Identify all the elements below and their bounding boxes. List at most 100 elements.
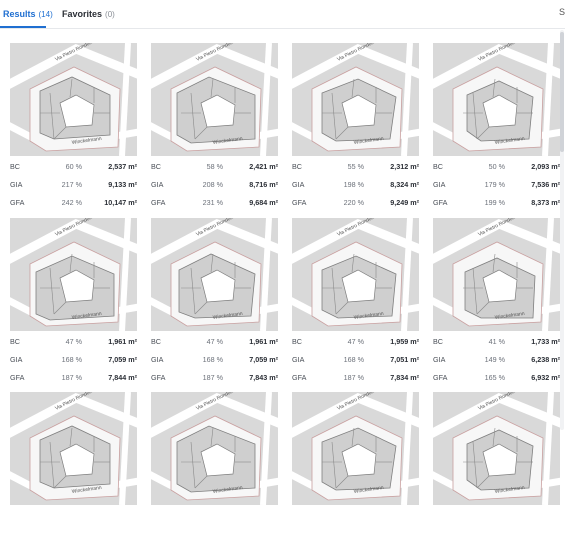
metric-key: BC <box>10 337 20 346</box>
metric-row-bc: BC 58 % 2,421 m² <box>151 161 278 173</box>
metric-key: GFA <box>433 198 448 207</box>
metric-area: 2,537 m² <box>108 162 137 171</box>
site-plan-thumbnail[interactable]: Via Pietro Rondoni Winckelmann <box>151 218 278 331</box>
scrollbar-thumb[interactable] <box>560 32 564 152</box>
metric-row-gia: GIA 208 % 8,716 m² <box>151 179 278 191</box>
tab-results-count: (14) <box>38 10 53 19</box>
metric-key: GFA <box>10 198 25 207</box>
site-plan-drawing: Via Pietro RondoniWinckelmann <box>433 43 560 156</box>
metric-row-gia: GIA 179 % 7,536 m² <box>433 179 560 191</box>
result-card[interactable]: Via Pietro Rondoni Winckelmann <box>433 392 560 542</box>
site-plan-drawing: Via Pietro RondoniWinckelmann <box>433 218 560 331</box>
metric-area: 1,733 m² <box>531 337 560 346</box>
result-card[interactable]: Via Pietro Rondoni Winckelmann <box>151 392 278 542</box>
metric-area: 8,324 m² <box>390 180 419 189</box>
metric-percent: 47 % <box>206 337 223 346</box>
metric-row-gia: GIA 149 % 6,238 m² <box>433 354 560 366</box>
result-card[interactable]: Via Pietro Rondoni Winckelmann BC 47 % 1,959… <box>292 218 419 382</box>
metric-key: GIA <box>10 180 23 189</box>
site-plan-thumbnail[interactable]: Via Pietro Rondoni Winckelmann <box>433 392 560 505</box>
panel-edge-text: S <box>558 7 565 17</box>
metric-key: GFA <box>151 198 166 207</box>
metric-row-gia: GIA 217 % 9,133 m² <box>10 179 137 191</box>
metric-area: 7,834 m² <box>390 373 419 382</box>
metric-percent: 58 % <box>206 162 223 171</box>
metric-percent: 60 % <box>65 162 82 171</box>
result-card[interactable]: Via Pietro Rondoni Winckelmann <box>10 392 137 542</box>
metric-key: BC <box>433 337 443 346</box>
result-card[interactable]: Via Pietro Rondoni Winckelmann BC 47 % 1,961… <box>151 218 278 382</box>
metric-key: GFA <box>292 373 307 382</box>
metric-key: BC <box>10 162 20 171</box>
tab-favorites[interactable]: Favorites (0) <box>62 9 115 19</box>
metric-row-gfa: GFA 242 % 10,147 m² <box>10 197 137 209</box>
metric-key: BC <box>433 162 443 171</box>
result-card[interactable]: Via Pietro Rondoni Winckelmann BC 50 % 2,093… <box>433 43 560 207</box>
site-plan-thumbnail[interactable]: Via Pietro Rondoni Winckelmann <box>292 43 419 156</box>
metric-row-gfa: GFA 187 % 7,834 m² <box>292 372 419 384</box>
metric-row-bc: BC 41 % 1,733 m² <box>433 336 560 348</box>
metric-key: GIA <box>151 355 164 364</box>
metric-percent: 220 % <box>343 198 364 207</box>
metric-row-bc: BC 47 % 1,961 m² <box>10 336 137 348</box>
metric-area: 9,249 m² <box>390 198 419 207</box>
site-plan-drawing: Via Pietro RondoniWinckelmann <box>433 392 560 505</box>
metric-row-bc: BC 47 % 1,959 m² <box>292 336 419 348</box>
site-plan-thumbnail[interactable]: Via Pietro Rondoni Winckelmann <box>151 392 278 505</box>
metric-key: GIA <box>151 180 164 189</box>
result-card[interactable]: Via Pietro Rondoni Winckelmann BC 58 % 2,421… <box>151 43 278 207</box>
site-plan-drawing: Via Pietro RondoniWinckelmann <box>151 392 278 505</box>
tab-favorites-label: Favorites <box>62 9 103 19</box>
site-plan-thumbnail[interactable]: Via Pietro Rondoni Winckelmann <box>292 218 419 331</box>
site-plan-drawing: Via Pietro RondoniWinckelmann <box>10 43 137 156</box>
result-card[interactable]: Via Pietro Rondoni Winckelmann BC 55 % 2,312… <box>292 43 419 207</box>
active-tab-indicator <box>0 26 46 28</box>
metric-percent: 50 % <box>488 162 505 171</box>
metric-key: GFA <box>10 373 25 382</box>
site-plan-thumbnail[interactable]: Via Pietro Rondoni Winckelmann <box>292 392 419 505</box>
result-card[interactable]: Via Pietro Rondoni Winckelmann BC 60 % 2,537… <box>10 43 137 207</box>
tab-favorites-count: (0) <box>105 10 115 19</box>
metric-percent: 149 % <box>484 355 505 364</box>
metric-key: GIA <box>292 180 305 189</box>
site-plan-thumbnail[interactable]: Via Pietro Rondoni Winckelmann <box>10 218 137 331</box>
metric-area: 6,932 m² <box>531 373 560 382</box>
result-card[interactable]: Via Pietro Rondoni Winckelmann BC 47 % 1,961… <box>10 218 137 382</box>
site-plan-drawing: Via Pietro RondoniWinckelmann <box>10 218 137 331</box>
metric-area: 1,961 m² <box>108 337 137 346</box>
metric-row-gfa: GFA 187 % 7,844 m² <box>10 372 137 384</box>
metric-area: 9,684 m² <box>249 198 278 207</box>
metric-percent: 168 % <box>61 355 82 364</box>
metric-area: 9,133 m² <box>108 180 137 189</box>
metric-percent: 41 % <box>488 337 505 346</box>
metric-area: 7,536 m² <box>531 180 560 189</box>
metric-row-bc: BC 60 % 2,537 m² <box>10 161 137 173</box>
site-plan-drawing: Via Pietro RondoniWinckelmann <box>292 43 419 156</box>
metric-key: GIA <box>433 355 446 364</box>
site-plan-drawing: Via Pietro RondoniWinckelmann <box>10 392 137 505</box>
metric-area: 6,238 m² <box>531 355 560 364</box>
site-plan-drawing: Via Pietro RondoniWinckelmann <box>292 218 419 331</box>
metric-area: 8,373 m² <box>531 198 560 207</box>
result-card[interactable]: Via Pietro Rondoni Winckelmann <box>292 392 419 542</box>
metric-key: BC <box>151 162 161 171</box>
metric-percent: 55 % <box>347 162 364 171</box>
metric-percent: 165 % <box>484 373 505 382</box>
metric-percent: 208 % <box>202 180 223 189</box>
result-card[interactable]: Via Pietro Rondoni Winckelmann BC 41 % 1,733… <box>433 218 560 382</box>
metric-area: 7,059 m² <box>249 355 278 364</box>
site-plan-drawing: Via Pietro RondoniWinckelmann <box>151 218 278 331</box>
metric-percent: 179 % <box>484 180 505 189</box>
site-plan-thumbnail[interactable]: Via Pietro Rondoni Winckelmann <box>433 43 560 156</box>
metric-percent: 187 % <box>343 373 364 382</box>
site-plan-thumbnail[interactable]: Via Pietro Rondoni Winckelmann <box>151 43 278 156</box>
metric-row-gfa: GFA 187 % 7,843 m² <box>151 372 278 384</box>
site-plan-thumbnail[interactable]: Via Pietro Rondoni Winckelmann <box>10 392 137 505</box>
metric-percent: 187 % <box>61 373 82 382</box>
metric-percent: 47 % <box>347 337 364 346</box>
metric-row-gfa: GFA 231 % 9,684 m² <box>151 197 278 209</box>
tab-results[interactable]: Results (14) <box>3 9 53 19</box>
site-plan-thumbnail[interactable]: Via Pietro Rondoni Winckelmann <box>433 218 560 331</box>
site-plan-thumbnail[interactable]: Via Pietro Rondoni Winckelmann <box>10 43 137 156</box>
metric-percent: 198 % <box>343 180 364 189</box>
